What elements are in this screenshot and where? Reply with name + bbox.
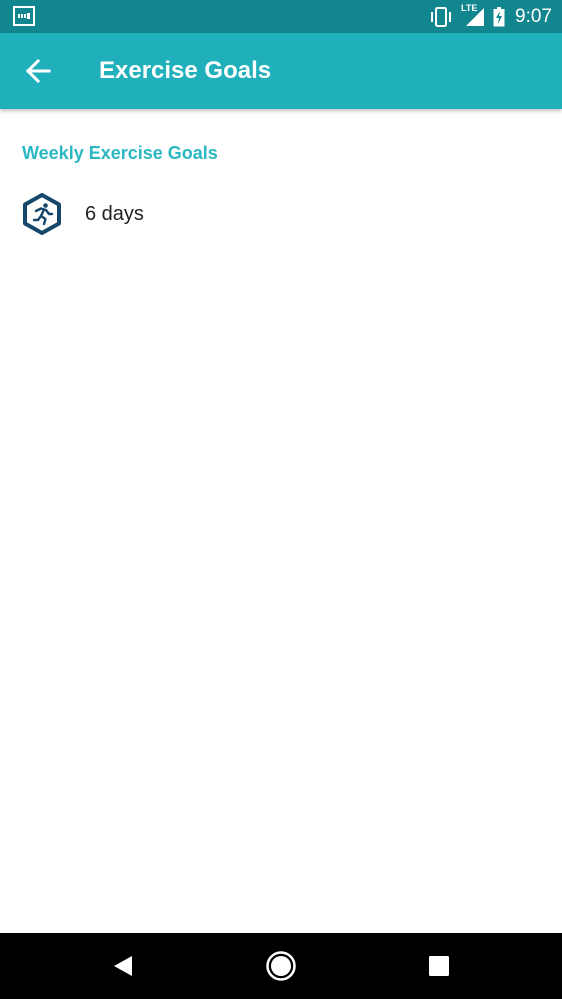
screen: LTE 9:07 Exercise Goals Weekly Exercise … [0, 0, 562, 999]
back-button[interactable] [18, 51, 58, 91]
running-person-icon [23, 193, 61, 235]
goal-value: 6 days [85, 203, 144, 225]
back-triangle-icon [114, 956, 132, 976]
status-time: 9:07 [515, 5, 552, 27]
navigation-bar [0, 933, 562, 999]
section-header: Weekly Exercise Goals [22, 143, 218, 163]
nav-recents-button[interactable] [409, 933, 469, 999]
home-circle-icon [266, 951, 296, 981]
battery-charging-icon [493, 6, 505, 27]
page-title: Exercise Goals [99, 57, 272, 84]
nav-back-button[interactable] [93, 933, 153, 999]
status-icons: LTE 9:07 [429, 0, 552, 33]
vibrate-icon [429, 6, 453, 27]
app-bar: Exercise Goals [0, 33, 562, 109]
signal-icon: LTE [461, 3, 485, 27]
content: Weekly Exercise Goals 6 days [0, 109, 562, 933]
network-label: LTE [461, 2, 478, 13]
recents-square-icon [429, 956, 449, 976]
arrow-back-icon [25, 59, 51, 83]
exercise-goal-row[interactable]: 6 days [0, 185, 562, 243]
status-bar: LTE 9:07 [0, 0, 562, 33]
notification-icon [13, 6, 35, 26]
nav-home-button[interactable] [251, 933, 311, 999]
